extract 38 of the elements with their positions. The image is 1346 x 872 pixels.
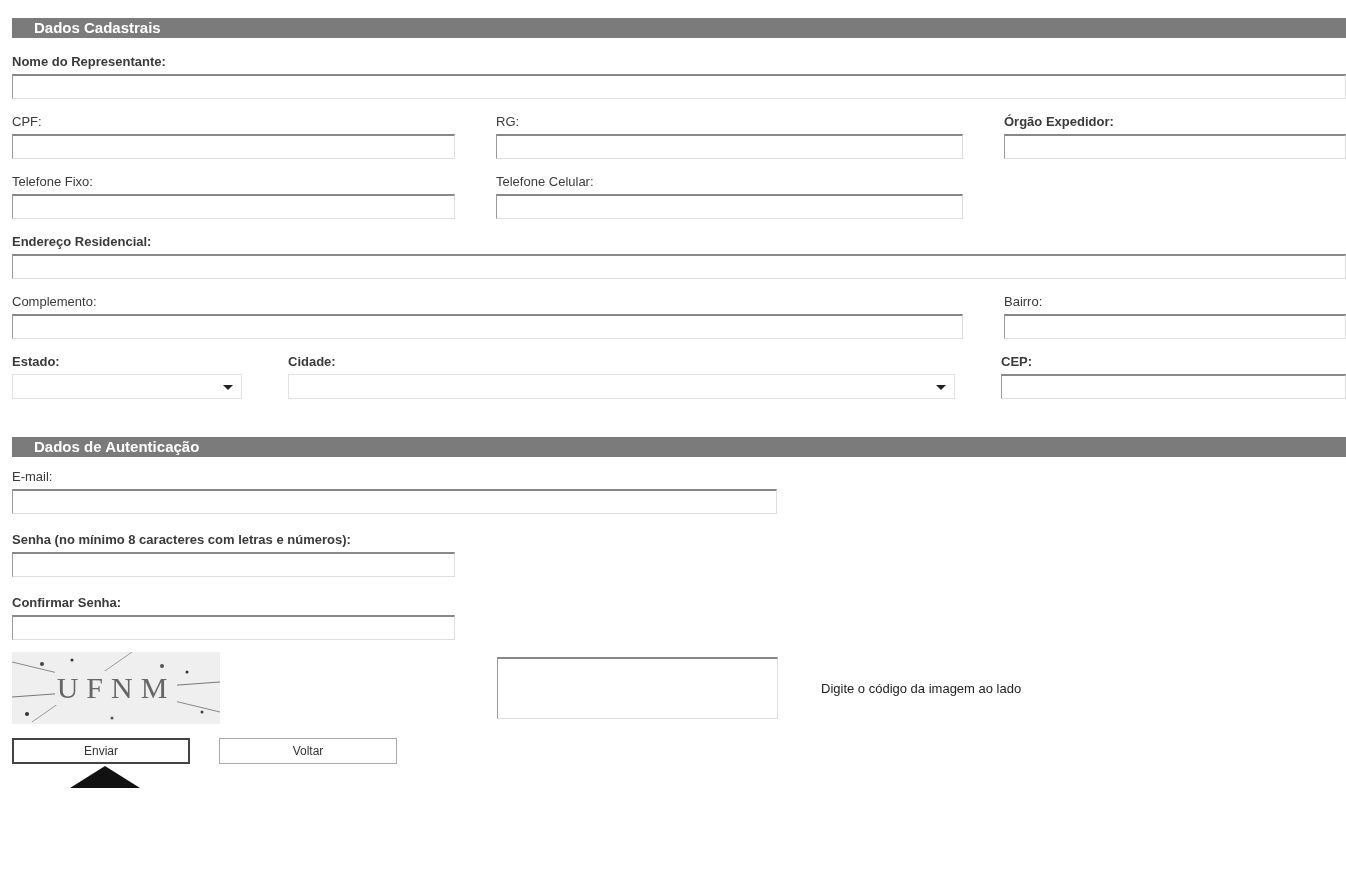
field-label: CPF:	[12, 114, 43, 130]
field-label: Estado:	[12, 354, 61, 370]
caret-icon	[936, 385, 946, 390]
form-button[interactable]: Enviar	[12, 738, 190, 764]
field-label: Nome do Representante:	[12, 54, 167, 70]
captcha-field[interactable]	[497, 657, 778, 719]
captcha-text: UFNM	[54, 671, 178, 705]
input-field[interactable]	[12, 489, 777, 514]
input-field[interactable]	[12, 134, 455, 159]
field-label: Telefone Fixo:	[12, 174, 94, 190]
field-label: Confirmar Senha:	[12, 595, 123, 611]
input-field[interactable]	[1004, 134, 1346, 159]
input-field[interactable]	[496, 194, 963, 219]
input-field[interactable]	[496, 134, 963, 159]
field-label: Órgão Expedidor:	[1004, 114, 1115, 130]
field-label: Bairro:	[1004, 294, 1044, 310]
input-field[interactable]	[12, 74, 1346, 99]
input-field[interactable]	[12, 254, 1346, 279]
field-label: Cidade:	[288, 354, 337, 370]
field-label: E-mail:	[12, 469, 54, 485]
input-field[interactable]	[12, 615, 455, 640]
form-button[interactable]: Voltar	[219, 738, 397, 764]
field-label: Endereço Residencial:	[12, 234, 153, 250]
section-header: Dados Cadastrais	[12, 18, 1346, 38]
captcha-hint: Digite o código da imagem ao lado	[821, 680, 1022, 696]
input-field[interactable]	[12, 314, 963, 339]
input-field[interactable]	[12, 194, 455, 219]
field-label: RG:	[496, 114, 521, 130]
input-field[interactable]	[12, 552, 455, 577]
arrow-icon	[70, 766, 140, 788]
input-field[interactable]	[1001, 374, 1346, 399]
section-header: Dados de Autenticação	[12, 437, 1346, 457]
input-field[interactable]	[1004, 314, 1346, 339]
field-label: Senha (no mínimo 8 caracteres com letras e números):	[12, 532, 352, 548]
field-label: Telefone Celular:	[496, 174, 595, 190]
field-label: Complemento:	[12, 294, 98, 310]
caret-icon	[223, 385, 233, 390]
field-label: CEP:	[1001, 354, 1034, 370]
